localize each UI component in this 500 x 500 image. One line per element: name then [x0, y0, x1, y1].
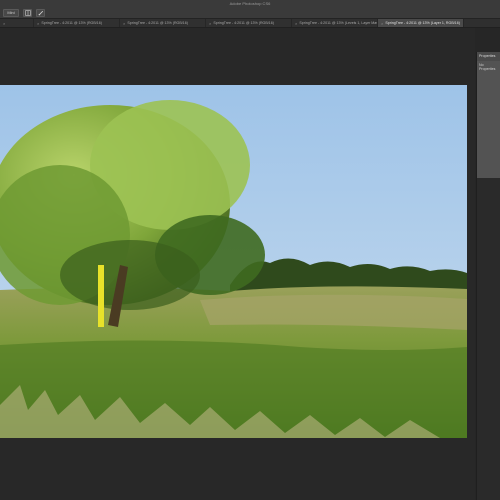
document-tab-label: SpringTree - 4:2011 @ 13% (RGB/16)	[213, 21, 274, 25]
document-tab[interactable]: × SpringTree - 4:2011 @ 13% (RGB/16)	[120, 19, 206, 27]
arrange-icon	[24, 9, 31, 16]
close-tab-icon[interactable]: ×	[37, 21, 39, 26]
options-toolbar: Mini	[0, 7, 500, 19]
yellow-marker	[98, 265, 104, 327]
document-tab-label: SpringTree - 4:2011 @ 13% (Levels 1, Lay…	[299, 21, 377, 25]
close-tab-icon[interactable]: ×	[209, 21, 211, 26]
document-tab-label: SpringTree - 4:2011 @ 13% (RGB/16)	[41, 21, 102, 25]
arrange-documents-button[interactable]	[23, 8, 32, 17]
workspace-mode-button[interactable]: Mini	[3, 8, 19, 17]
properties-panel-title[interactable]: Properties	[477, 52, 500, 61]
properties-panel-body: No Properties	[479, 63, 496, 71]
document-tab-active[interactable]: × SpringTree - 4:2011 @ 13% (Layer 1, RG…	[378, 19, 464, 27]
document-tab[interactable]: ×	[0, 19, 34, 27]
window-title: Adobe Photoshop CS6	[229, 1, 271, 6]
document-tab[interactable]: × SpringTree - 4:2011 @ 13% (RGB/16)	[206, 19, 292, 27]
photoshop-window: Adobe Photoshop CS6 Mini × × SpringTree …	[0, 0, 500, 500]
panel-dock	[476, 178, 500, 500]
close-tab-icon[interactable]: ×	[381, 21, 383, 26]
document-tab[interactable]: × SpringTree - 4:2011 @ 13% (Levels 1, L…	[292, 19, 378, 27]
document-tab-bar: × × SpringTree - 4:2011 @ 13% (RGB/16) ×…	[0, 19, 500, 28]
close-tab-icon[interactable]: ×	[3, 21, 5, 26]
document-image[interactable]	[0, 85, 467, 438]
close-tab-icon[interactable]: ×	[123, 21, 125, 26]
title-bar: Adobe Photoshop CS6	[0, 0, 500, 7]
document-tab-label: SpringTree - 4:2011 @ 13% (Layer 1, RGB/…	[385, 21, 460, 25]
brush-button[interactable]	[36, 8, 45, 17]
workspace-mode-label: Mini	[7, 10, 15, 15]
document-tab[interactable]: × SpringTree - 4:2011 @ 13% (RGB/16)	[34, 19, 120, 27]
landscape-photo	[0, 85, 467, 438]
brush-icon	[38, 10, 43, 15]
document-tab-label: SpringTree - 4:2011 @ 13% (RGB/16)	[127, 21, 188, 25]
close-tab-icon[interactable]: ×	[295, 21, 297, 26]
properties-panel[interactable]: Properties No Properties	[476, 52, 500, 178]
